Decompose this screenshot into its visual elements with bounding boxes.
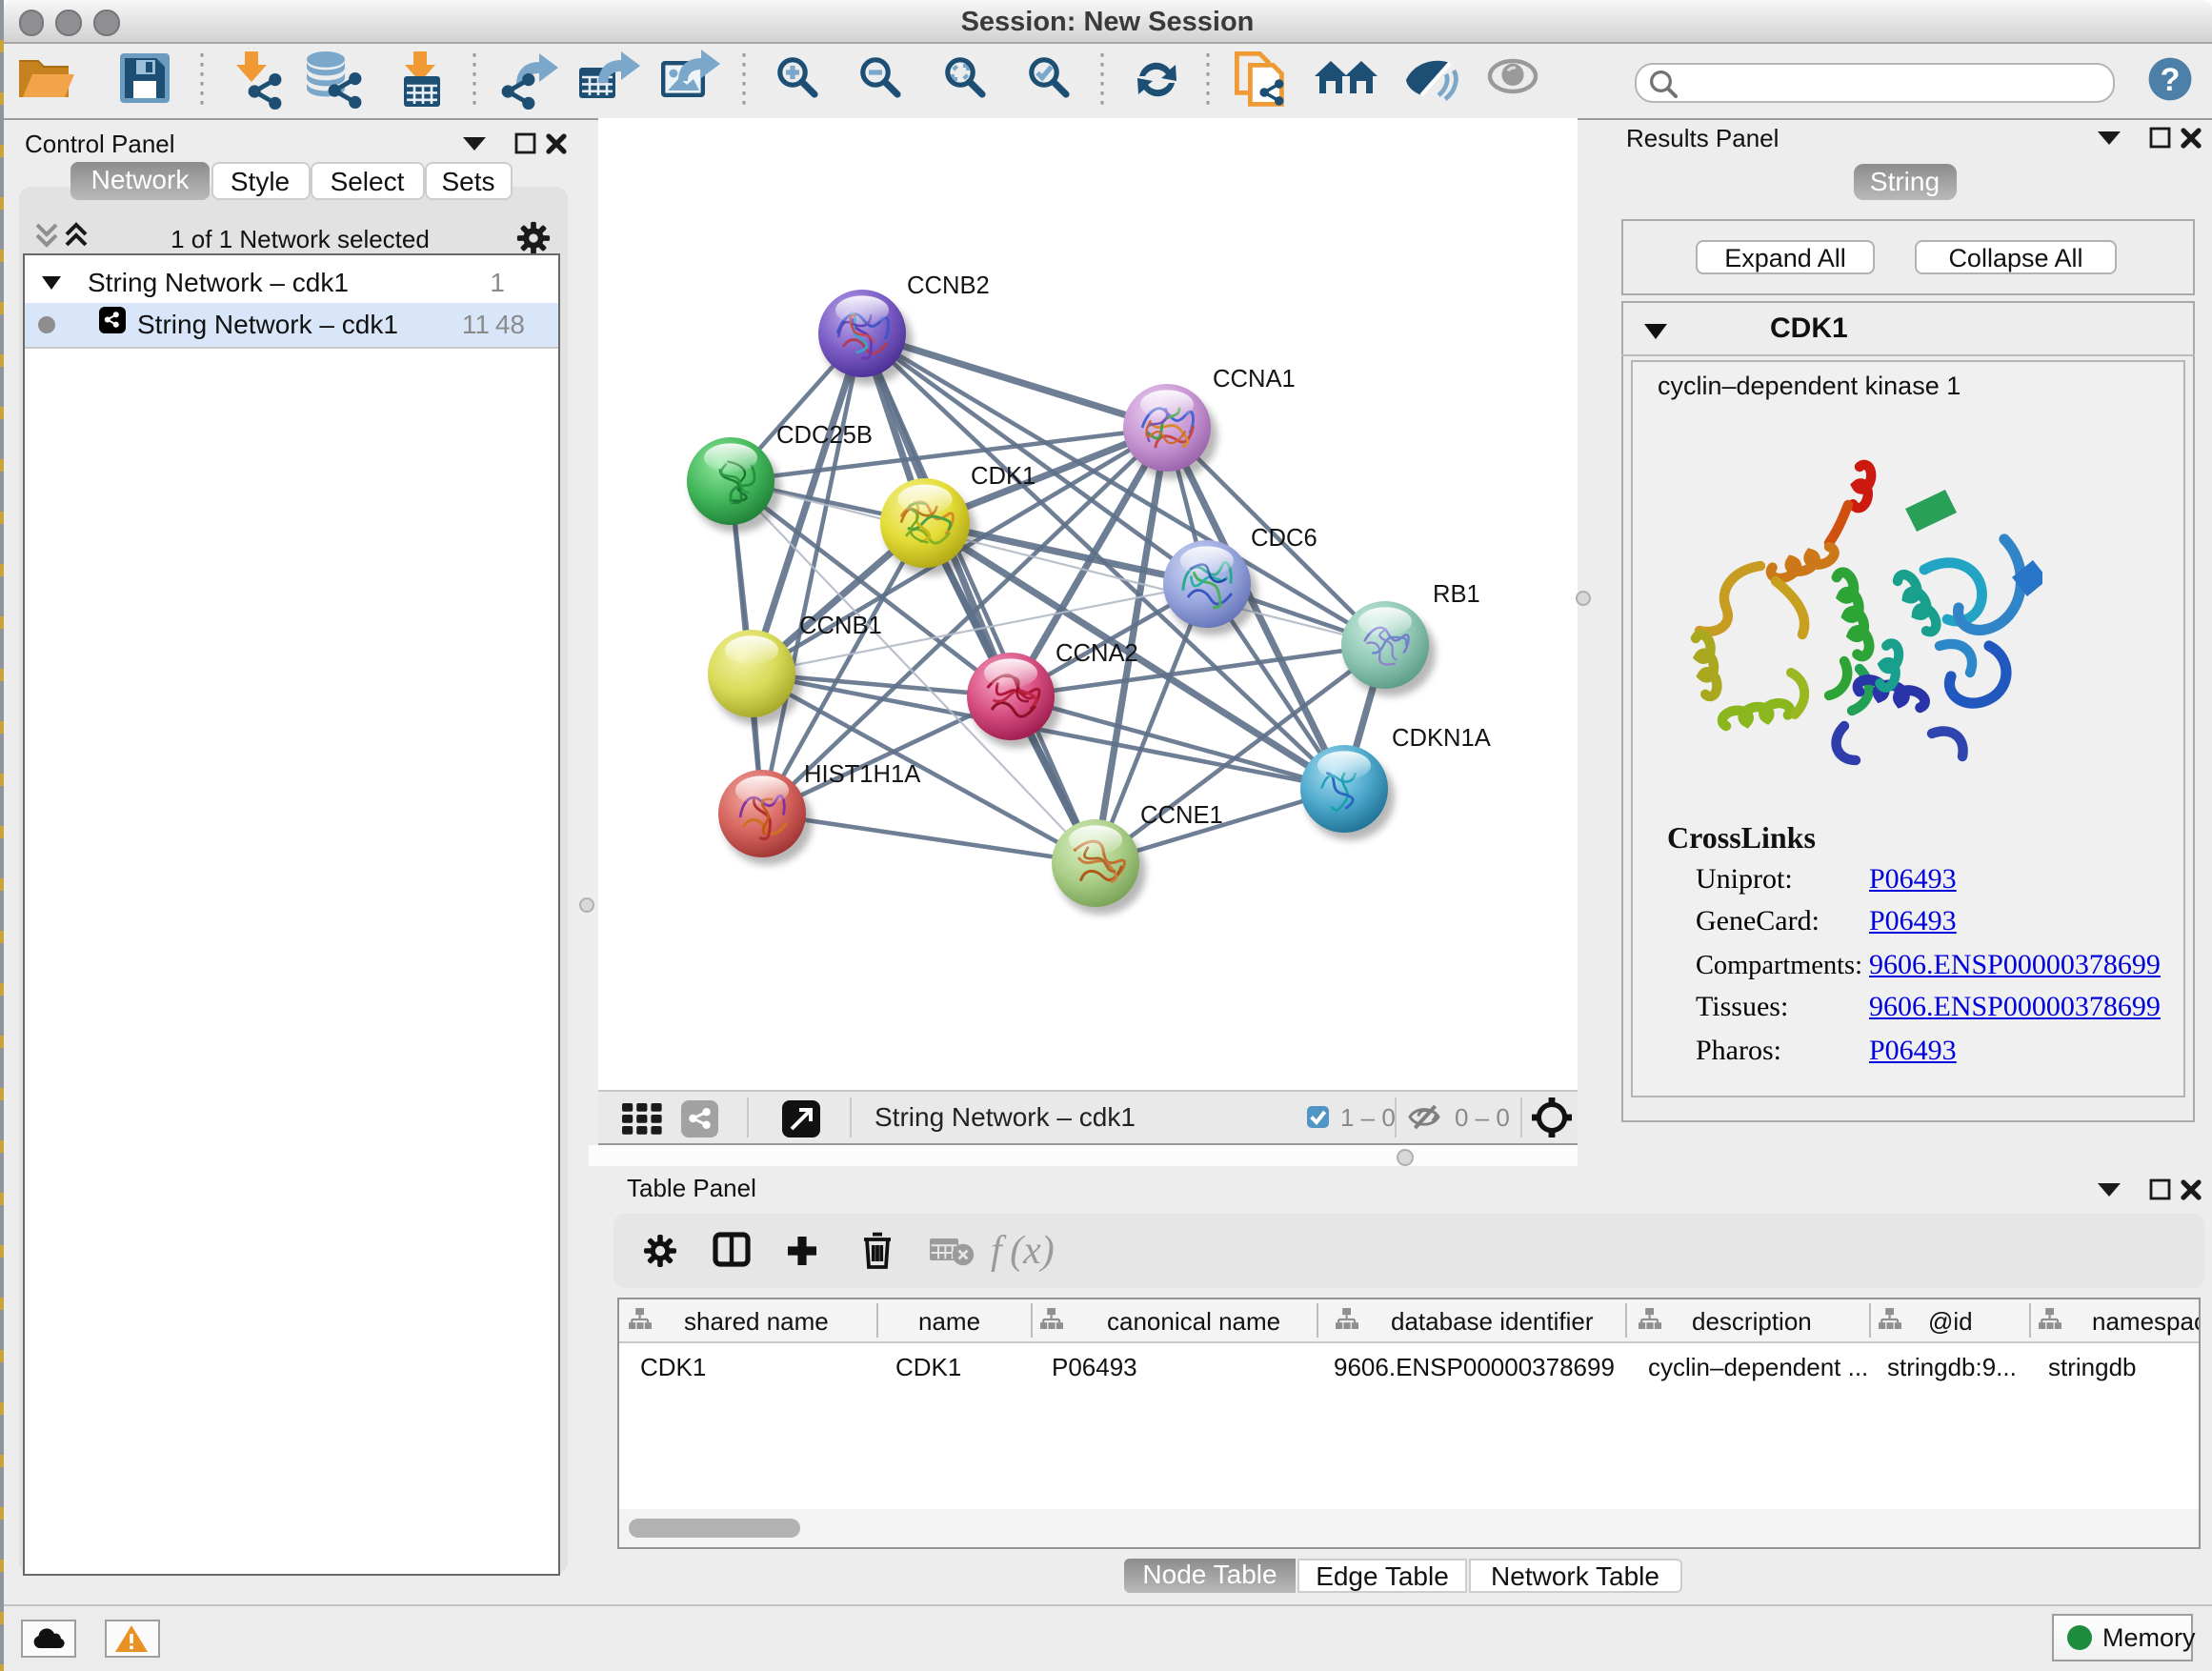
svg-text:HIST1H1A: HIST1H1A bbox=[803, 761, 920, 788]
svg-text:CDK1: CDK1 bbox=[970, 463, 1035, 490]
svg-text:CCNB1: CCNB1 bbox=[798, 613, 881, 639]
svg-text:RB1: RB1 bbox=[1432, 581, 1479, 608]
svg-text:CCNA1: CCNA1 bbox=[1212, 366, 1295, 393]
svg-text:CCNA2: CCNA2 bbox=[1055, 640, 1137, 667]
svg-text:CDC25B: CDC25B bbox=[775, 422, 872, 449]
svg-text:?: ? bbox=[2161, 62, 2181, 98]
svg-text:CDC6: CDC6 bbox=[1250, 525, 1317, 552]
svg-text:CDKN1A: CDKN1A bbox=[1391, 725, 1491, 752]
svg-text:CCNE1: CCNE1 bbox=[1139, 802, 1222, 829]
svg-text:f (x): f (x) bbox=[990, 1229, 1054, 1273]
svg-text:CCNB2: CCNB2 bbox=[906, 272, 989, 299]
